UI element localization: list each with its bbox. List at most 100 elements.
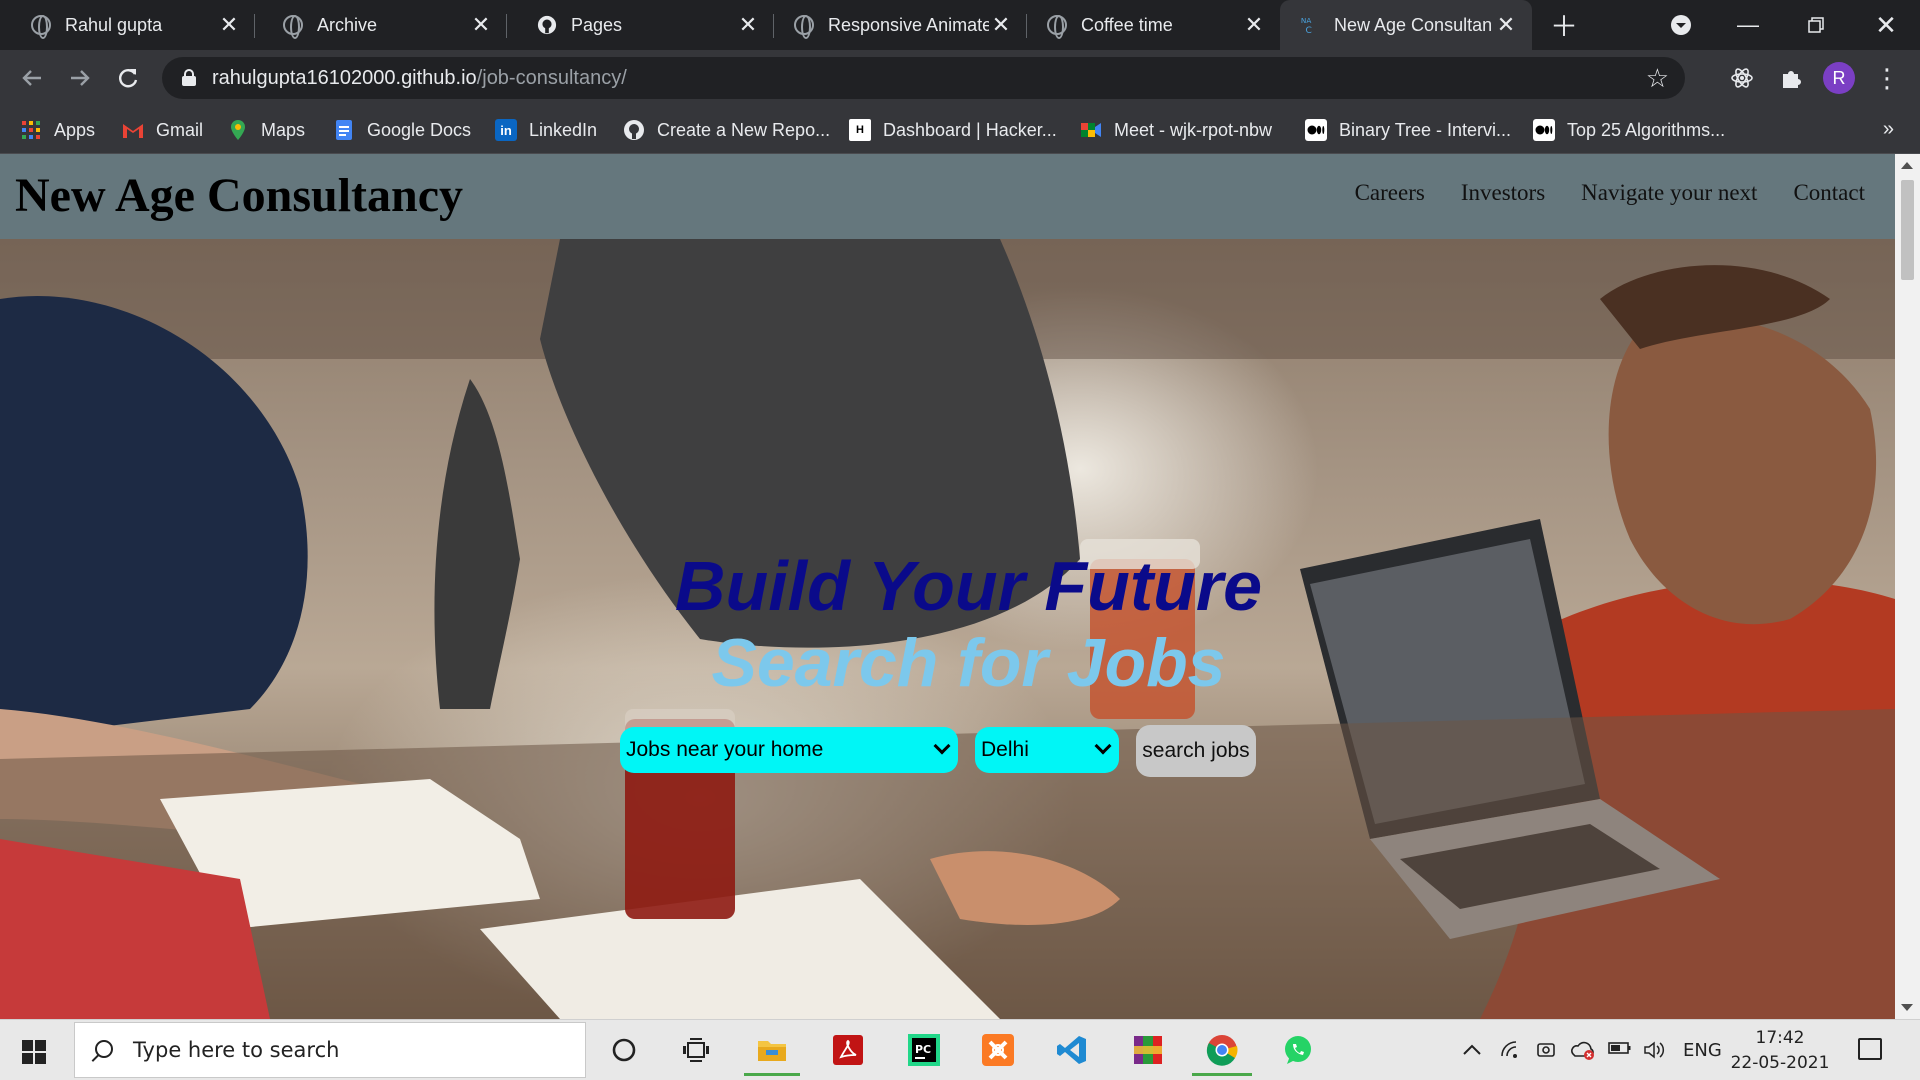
back-button[interactable] [12,58,52,98]
xampp-icon[interactable] [978,1030,1018,1070]
close-window-button[interactable]: ✕ [1862,0,1910,50]
github-icon [537,15,557,35]
pycharm-icon[interactable]: PC [904,1030,944,1070]
winrar-icon[interactable] [1128,1030,1168,1070]
tab-rahul-gupta[interactable]: Rahul gupta ✕ [0,0,255,50]
nav-contact[interactable]: Contact [1793,180,1865,206]
bookmark-linkedin[interactable]: in LinkedIn [495,116,597,144]
tab-strip: Rahul gupta ✕ Archive ✕ Pages ✕ Responsi… [0,0,1920,50]
tab-pages[interactable]: Pages ✕ [507,0,774,50]
close-icon[interactable]: ✕ [989,12,1013,38]
file-explorer-icon[interactable] [744,1030,800,1076]
new-tab-button[interactable]: ＋ [1540,0,1588,50]
show-hidden-icons-chevron-up-icon[interactable] [1462,1040,1482,1061]
bookmark-maps[interactable]: Maps [227,116,305,144]
job-type-select[interactable]: Jobs near your home [620,727,958,773]
extensions-puzzle-icon[interactable] [1774,61,1808,95]
menu-kebab-icon[interactable]: ⋮ [1870,61,1904,95]
bookmark-label: Dashboard | Hacker... [883,119,1057,140]
bookmark-top-25-algorithms[interactable]: Top 25 Algorithms... [1533,116,1725,144]
taskbar-search-box[interactable]: Type here to search [74,1022,586,1078]
gmail-icon [122,119,144,141]
chrome-icon[interactable] [1192,1030,1252,1076]
reload-button[interactable] [108,58,148,98]
tab-coffee-time[interactable]: Coffee time ✕ [1027,0,1280,50]
bookmark-apps[interactable]: Apps [20,116,95,144]
site-brand[interactable]: New Age Consultancy [15,168,463,223]
restore-button[interactable] [1792,0,1840,50]
bookmark-meet[interactable]: Meet - wjk-rpot-nbw [1080,116,1272,144]
close-icon[interactable]: ✕ [469,12,493,38]
close-icon[interactable]: ✕ [217,12,241,38]
action-center-notification-icon[interactable] [1858,1038,1882,1060]
search-jobs-button[interactable]: search jobs [1136,725,1256,777]
profile-avatar[interactable]: R [1823,62,1855,94]
bookmark-label: Meet - wjk-rpot-nbw [1114,119,1273,140]
city-select[interactable]: Delhi [975,727,1119,773]
site-navbar: New Age Consultancy Careers Investors Na… [0,154,1895,239]
bookmark-label: Binary Tree - Intervi... [1339,119,1512,140]
camera-privacy-icon[interactable] [1536,1040,1556,1065]
lock-icon [182,69,196,86]
tab-responsive-animate[interactable]: Responsive Animate ✕ [774,0,1027,50]
tab-title: New Age Consultan [1334,14,1493,35]
bookmark-label: Gmail [156,119,204,140]
city-value: Delhi [981,738,1029,761]
medium-icon [1305,119,1327,141]
reload-icon [119,69,138,88]
whatsapp-icon[interactable] [1278,1030,1318,1070]
react-devtools-icon[interactable] [1725,61,1759,95]
bookmark-gmail[interactable]: Gmail [122,116,203,144]
maps-icon [227,119,249,141]
vscode-icon[interactable] [1052,1030,1092,1070]
minimize-button[interactable]: — [1724,0,1772,50]
language-indicator[interactable]: ENG [1683,1040,1722,1061]
linkedin-icon: in [495,119,517,141]
windows-taskbar: Type here to search PC ENG 17:42 22-05-2… [0,1019,1920,1080]
taskbar-clock[interactable]: 17:42 22-05-2021 [1720,1026,1840,1076]
bookmark-binary-tree[interactable]: Binary Tree - Intervi... [1305,116,1511,144]
volume-icon[interactable] [1643,1040,1665,1065]
forward-button[interactable] [60,58,100,98]
bookmark-star-icon[interactable]: ☆ [1646,63,1669,94]
bookmarks-bar: Apps Gmail Maps Google Docs in LinkedIn C… [0,106,1920,154]
address-bar[interactable]: rahulgupta16102000.github.io/job-consult… [162,57,1685,99]
tab-search-button[interactable] [1657,0,1705,50]
bookmark-create-repo[interactable]: Create a New Repo... [623,116,830,144]
close-icon[interactable]: ✕ [1494,12,1518,38]
bookmark-google-docs[interactable]: Google Docs [333,116,471,144]
bookmarks-overflow-button[interactable]: » [1883,118,1894,141]
scroll-down-arrow-icon[interactable] [1901,1004,1913,1011]
windows-start-icon[interactable] [22,1040,46,1064]
tab-archive[interactable]: Archive ✕ [255,0,507,50]
tab-new-age-consultancy[interactable]: NA C New Age Consultan ✕ [1280,0,1532,50]
nav-investors[interactable]: Investors [1461,180,1545,206]
url-text[interactable]: rahulgupta16102000.github.io/job-consult… [212,67,627,90]
scroll-up-arrow-icon[interactable] [1901,162,1913,169]
nac-icon: NA C [1300,15,1320,36]
onedrive-error-icon[interactable] [1570,1040,1596,1065]
cortana-icon[interactable] [604,1030,644,1070]
globe-icon [794,15,814,39]
close-icon[interactable]: ✕ [1242,12,1266,38]
meet-icon [1080,119,1102,141]
page-scrollbar[interactable] [1895,154,1920,1019]
bookmark-hackerrank[interactable]: H Dashboard | Hacker... [849,116,1057,144]
chevron-down-icon [1671,15,1691,35]
tab-title: Rahul gupta [65,14,163,35]
battery-icon[interactable] [1608,1040,1632,1061]
close-icon[interactable]: ✕ [736,12,760,38]
globe-icon [31,15,51,39]
nav-careers[interactable]: Careers [1355,180,1425,206]
nav-navigate-your-next[interactable]: Navigate your next [1581,180,1757,206]
svg-text:NA: NA [1301,16,1311,25]
hero-title: Build Your Future [674,547,1263,625]
scrollbar-thumb[interactable] [1901,180,1914,280]
job-type-value: Jobs near your home [626,738,824,761]
bookmark-label: Create a New Repo... [657,119,831,140]
task-view-icon[interactable] [676,1030,716,1070]
browser-toolbar: rahulgupta16102000.github.io/job-consult… [0,50,1920,106]
wifi-icon[interactable] [1500,1040,1522,1065]
acrobat-reader-icon[interactable] [828,1030,868,1070]
chevron-down-icon [933,737,951,755]
